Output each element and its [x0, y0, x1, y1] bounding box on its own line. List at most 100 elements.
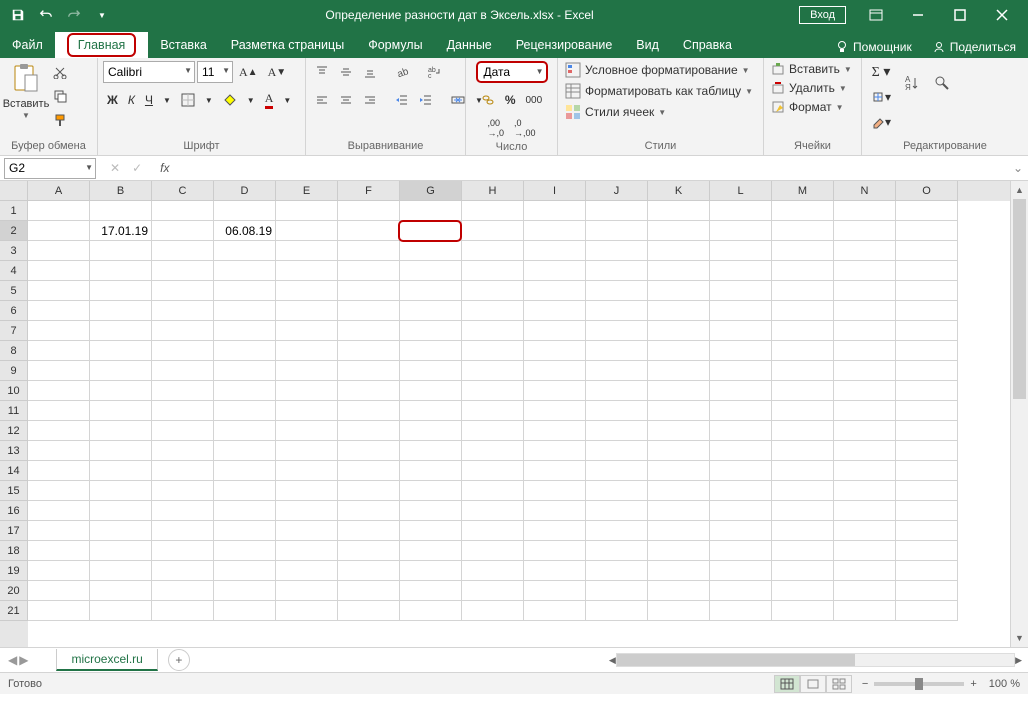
sheet-nav-next-icon[interactable]: ▶ [19, 653, 28, 667]
column-header[interactable]: K [648, 181, 710, 201]
cell[interactable] [90, 581, 152, 601]
cell[interactable] [586, 381, 648, 401]
cell[interactable] [90, 241, 152, 261]
cell[interactable] [586, 581, 648, 601]
column-header[interactable]: G [400, 181, 462, 201]
cell[interactable] [896, 441, 958, 461]
cell[interactable] [524, 361, 586, 381]
column-header[interactable]: L [710, 181, 772, 201]
sort-filter-button[interactable]: AЯ [899, 61, 925, 105]
zoom-level[interactable]: 100 % [989, 678, 1020, 690]
row-header[interactable]: 1 [0, 201, 28, 221]
cell[interactable] [214, 241, 276, 261]
cell[interactable] [710, 601, 772, 621]
hscroll-thumb[interactable] [617, 654, 855, 666]
cell[interactable] [338, 301, 400, 321]
cell[interactable] [648, 441, 710, 461]
cell[interactable] [152, 441, 214, 461]
cell[interactable] [648, 501, 710, 521]
cell[interactable] [28, 581, 90, 601]
cell[interactable] [214, 261, 276, 281]
cell[interactable] [462, 281, 524, 301]
cell[interactable] [400, 441, 462, 461]
cell[interactable] [400, 281, 462, 301]
cell[interactable] [524, 241, 586, 261]
cell[interactable] [896, 461, 958, 481]
cell[interactable] [214, 521, 276, 541]
cell[interactable] [586, 321, 648, 341]
cell[interactable] [834, 481, 896, 501]
cell[interactable] [214, 281, 276, 301]
cell[interactable] [586, 361, 648, 381]
cell[interactable] [338, 461, 400, 481]
cell[interactable] [834, 341, 896, 361]
row-header[interactable]: 14 [0, 461, 28, 481]
cell[interactable] [28, 521, 90, 541]
cell[interactable] [28, 321, 90, 341]
cell[interactable]: 17.01.19 [90, 221, 152, 241]
cell[interactable] [896, 501, 958, 521]
cell[interactable] [400, 341, 462, 361]
conditional-formatting-button[interactable]: Условное форматирование▼ [563, 61, 755, 79]
cell[interactable] [152, 561, 214, 581]
horizontal-scrollbar[interactable]: ◀ ▶ [609, 651, 1022, 669]
row-header[interactable]: 19 [0, 561, 28, 581]
cell[interactable] [400, 481, 462, 501]
cell[interactable] [772, 341, 834, 361]
format-cells-button[interactable]: Формат▼ [769, 99, 854, 115]
cell[interactable] [710, 381, 772, 401]
cell[interactable] [896, 241, 958, 261]
cell[interactable] [834, 541, 896, 561]
cell[interactable] [834, 221, 896, 241]
tab-view[interactable]: Вид [624, 32, 671, 58]
cell[interactable] [710, 401, 772, 421]
cell[interactable] [834, 201, 896, 221]
cell[interactable] [400, 301, 462, 321]
cell[interactable] [28, 341, 90, 361]
currency-icon[interactable] [477, 89, 499, 111]
cell[interactable] [834, 441, 896, 461]
cell[interactable] [524, 521, 586, 541]
scroll-right-icon[interactable]: ▶ [1015, 651, 1022, 669]
cells-area[interactable]: 17.01.19 06.08.19 [28, 201, 1010, 621]
cell[interactable] [586, 521, 648, 541]
cell[interactable] [834, 461, 896, 481]
increase-font-icon[interactable]: A▲ [235, 61, 262, 83]
bold-button[interactable]: Ж [103, 89, 122, 111]
sheet-tab[interactable]: microexcel.ru [56, 649, 157, 671]
cell[interactable] [524, 441, 586, 461]
cell[interactable] [338, 401, 400, 421]
cell[interactable] [462, 481, 524, 501]
cell[interactable] [214, 421, 276, 441]
cell[interactable] [276, 261, 338, 281]
name-box[interactable]: G2 ▼ [4, 158, 96, 179]
fill-dropdown-icon[interactable]: ▼ [243, 89, 259, 111]
cell[interactable] [338, 501, 400, 521]
row-header[interactable]: 12 [0, 421, 28, 441]
save-icon[interactable] [6, 3, 30, 27]
cell[interactable] [772, 361, 834, 381]
cell[interactable] [28, 221, 90, 241]
cell[interactable] [90, 261, 152, 281]
cell[interactable] [214, 461, 276, 481]
cell[interactable] [214, 401, 276, 421]
qat-dropdown-icon[interactable]: ▼ [90, 3, 114, 27]
cell[interactable] [276, 521, 338, 541]
cell[interactable] [28, 381, 90, 401]
cell[interactable] [524, 601, 586, 621]
cell[interactable] [90, 341, 152, 361]
tab-file[interactable]: Файл [0, 32, 55, 58]
cell[interactable] [648, 281, 710, 301]
cell[interactable]: 06.08.19 [214, 221, 276, 241]
percent-icon[interactable]: % [501, 89, 520, 111]
close-button[interactable] [982, 1, 1022, 29]
row-header[interactable]: 20 [0, 581, 28, 601]
column-header[interactable]: N [834, 181, 896, 201]
cell[interactable] [338, 361, 400, 381]
cell[interactable] [896, 341, 958, 361]
column-header[interactable]: J [586, 181, 648, 201]
cell[interactable] [338, 541, 400, 561]
login-button[interactable]: Вход [799, 6, 846, 24]
row-header[interactable]: 10 [0, 381, 28, 401]
cell[interactable] [462, 601, 524, 621]
